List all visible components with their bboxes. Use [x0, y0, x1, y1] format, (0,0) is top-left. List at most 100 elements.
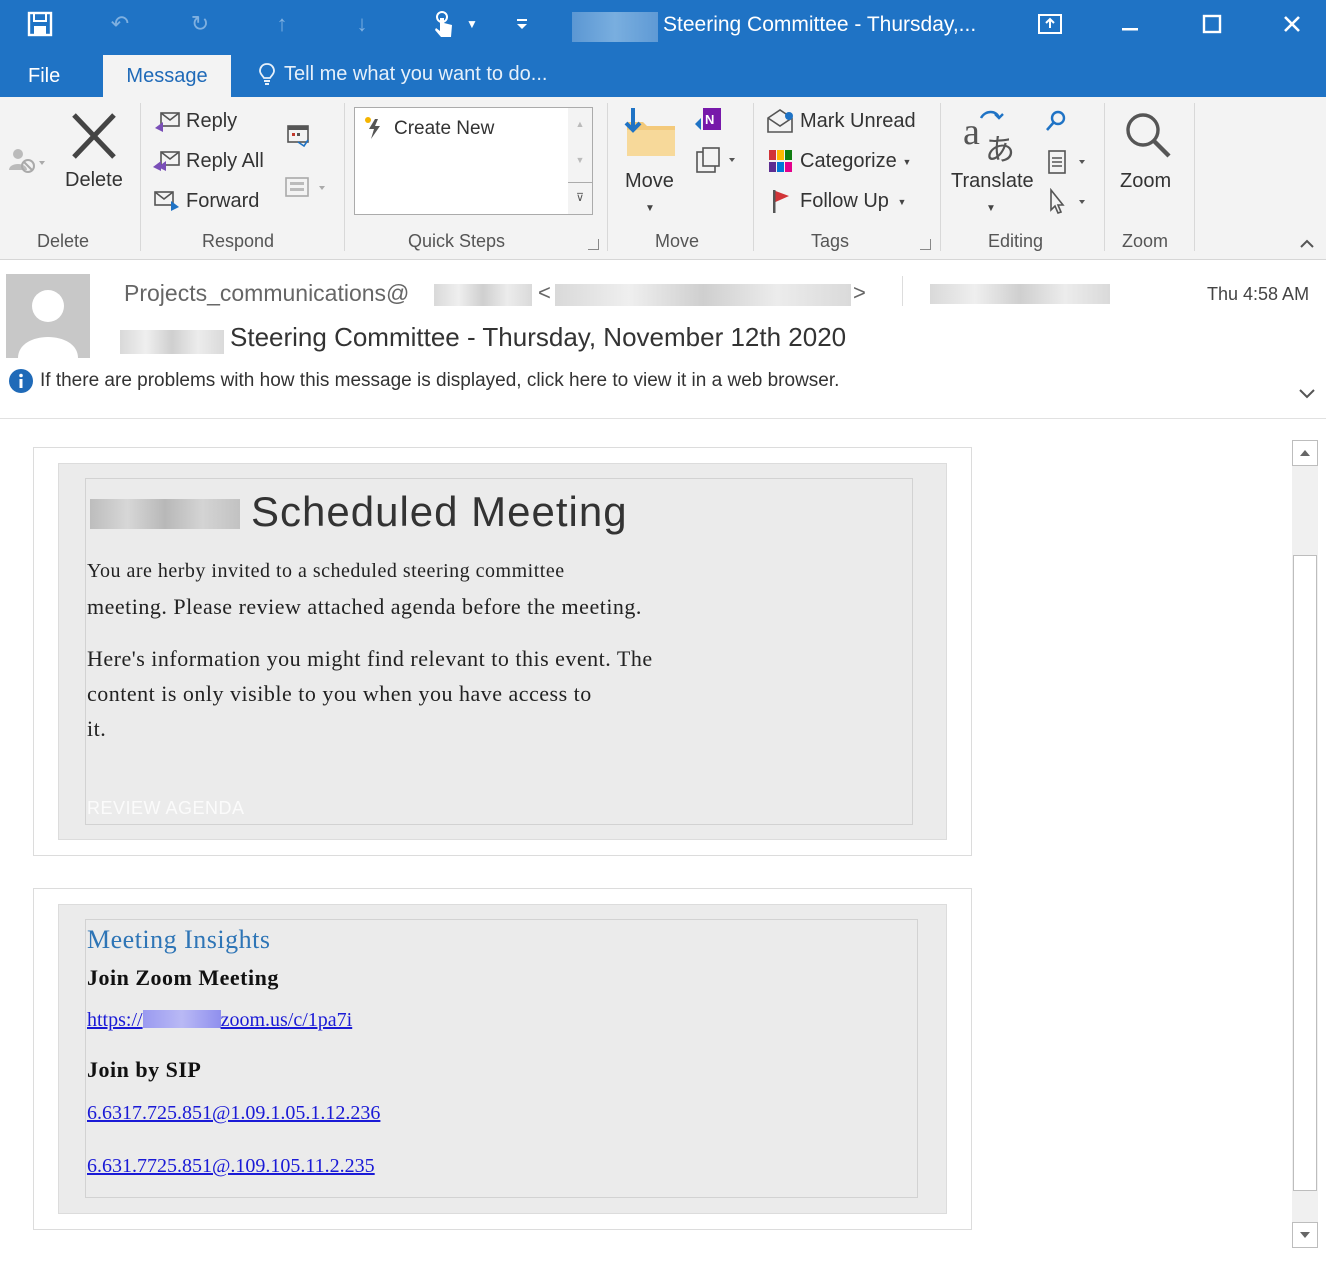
scroll-up-arrow-icon[interactable] — [1292, 440, 1318, 466]
follow-up-button[interactable]: Follow Up — [800, 190, 889, 213]
ribbon-display-options-icon[interactable] — [1020, 4, 1080, 44]
scroll-down-icon[interactable]: ▼ — [568, 146, 592, 174]
zoom-icon[interactable] — [1118, 105, 1176, 163]
message-scrollbar[interactable] — [1292, 440, 1318, 1248]
redacted-recipient — [930, 284, 1110, 304]
create-new-quick-step[interactable]: Create New — [394, 118, 494, 140]
undo-icon[interactable]: ↶ — [100, 6, 140, 42]
find-icon[interactable] — [1042, 107, 1070, 135]
expand-gallery-icon[interactable]: ⊽ — [568, 182, 592, 211]
zoom-link-prefix: https:// — [87, 1009, 143, 1031]
select-icon[interactable] — [1042, 187, 1090, 217]
meeting-card: Scheduled Meeting You are herby invited … — [33, 447, 972, 856]
translate-button[interactable]: Translate — [951, 170, 1034, 193]
window-title: Steering Committee - Thursday,... — [663, 13, 977, 36]
group-divider — [140, 103, 141, 251]
scroll-down-arrow-icon[interactable] — [1292, 1222, 1318, 1248]
up-arrow-icon[interactable]: ↑ — [262, 6, 302, 42]
actions-icon[interactable] — [692, 145, 740, 177]
group-divider — [1104, 103, 1105, 251]
svg-text:a: a — [963, 111, 980, 153]
collapse-ribbon-icon[interactable] — [1296, 235, 1318, 253]
mark-unread-button[interactable]: Mark Unread — [800, 110, 916, 133]
delete-group-label: Delete — [37, 231, 90, 251]
meeting-card-inner: Scheduled Meeting You are herby invited … — [58, 463, 947, 840]
invite-text-line2: meeting. Please review attached agenda b… — [87, 594, 642, 619]
info-text: If there are problems with how this mess… — [40, 370, 840, 391]
redo-icon[interactable]: ↻ — [180, 6, 220, 42]
insights-card: Meeting Insights Join Zoom Meeting https… — [33, 888, 972, 1230]
group-divider — [1194, 103, 1195, 251]
invite-text-line1: You are herby invited to a scheduled ste… — [87, 560, 565, 582]
ribbon: Delete Delete Reply Reply All Forward Re… — [0, 97, 1326, 260]
sip-link-1[interactable]: 6.6317.725.851@1.09.1.05.1.12.236 — [87, 1102, 380, 1125]
quick-steps-scroll: ▲ ▼ ⊽ — [568, 107, 593, 215]
reply-all-icon[interactable] — [152, 148, 182, 174]
tab-message[interactable]: Message — [103, 55, 231, 97]
down-arrow-icon[interactable]: ↓ — [342, 6, 382, 42]
touch-dropdown-icon[interactable]: ▼ — [452, 6, 492, 42]
tags-launcher-icon[interactable] — [920, 239, 931, 250]
forward-icon[interactable] — [152, 188, 182, 214]
categorize-dropdown-icon[interactable]: ▼ — [900, 155, 914, 169]
translate-dropdown-icon[interactable]: ▼ — [984, 201, 998, 215]
customize-toolbar-icon[interactable] — [502, 6, 542, 42]
related-icon[interactable] — [1042, 147, 1090, 177]
translate-icon[interactable]: aあ — [958, 105, 1024, 165]
zoom-heading: Join Zoom Meeting — [87, 965, 279, 990]
save-icon[interactable] — [20, 6, 60, 42]
delete-button[interactable]: Delete — [65, 169, 123, 192]
redacted-sender-email — [555, 284, 851, 306]
zoom-link-suffix: zoom.us/c/1pa7i — [220, 1009, 353, 1031]
expand-header-icon[interactable] — [1294, 384, 1320, 404]
redacted-sender-domain — [434, 284, 532, 306]
insights-card-inner: Meeting Insights Join Zoom Meeting https… — [58, 904, 947, 1214]
lightbulb-icon — [259, 63, 275, 85]
minimize-icon[interactable] — [1100, 4, 1160, 44]
reply-button[interactable]: Reply — [186, 110, 237, 133]
move-group-label: Move — [655, 231, 700, 251]
sip-link-2[interactable]: 6.631.7725.851@.109.105.11.2.235 — [87, 1155, 375, 1178]
reply-all-button[interactable]: Reply All — [186, 150, 264, 173]
quick-steps-launcher-icon[interactable] — [588, 239, 599, 250]
scroll-up-icon[interactable]: ▲ — [568, 110, 592, 138]
redacted-subject-prefix — [120, 330, 224, 354]
svg-text:あ: あ — [985, 133, 1015, 164]
move-folder-icon[interactable] — [620, 105, 680, 161]
svg-text:N: N — [705, 112, 714, 127]
group-divider — [940, 103, 941, 251]
follow-up-dropdown-icon[interactable]: ▼ — [895, 195, 909, 209]
scroll-thumb[interactable] — [1293, 555, 1317, 1191]
categorize-button[interactable]: Categorize — [800, 150, 897, 173]
zoom-link[interactable]: https:// zoom.us/c/1pa7i — [87, 1009, 352, 1032]
message-body: Scheduled Meeting You are herby invited … — [0, 419, 1326, 1268]
mark-unread-icon[interactable] — [764, 107, 796, 135]
categorize-icon[interactable] — [764, 147, 796, 175]
meeting-reply-icon[interactable] — [282, 121, 314, 149]
reply-icon[interactable] — [152, 109, 182, 135]
sip-heading: Join by SIP — [87, 1057, 202, 1082]
forward-button[interactable]: Forward — [186, 190, 259, 213]
more-respond-icon[interactable] — [282, 173, 330, 203]
tell-me-search[interactable]: Tell me what you want to do... — [258, 62, 547, 86]
redacted-zoom-subdomain — [142, 1010, 221, 1028]
zoom-button[interactable]: Zoom — [1120, 170, 1171, 193]
move-dropdown-icon[interactable]: ▼ — [642, 201, 658, 215]
close-icon[interactable] — [1262, 4, 1322, 44]
maximize-icon[interactable] — [1182, 4, 1242, 44]
review-agenda-link[interactable]: REVIEW AGENDA — [87, 798, 245, 819]
ignore-icon[interactable] — [4, 143, 48, 179]
sender-address[interactable]: Projects_communications@ — [124, 280, 409, 307]
lightning-icon — [361, 114, 387, 142]
group-divider — [607, 103, 608, 251]
quick-steps-gallery[interactable]: Create New — [354, 107, 570, 215]
info-bar[interactable]: If there are problems with how this mess… — [8, 368, 839, 394]
avatar — [6, 274, 90, 358]
move-button[interactable]: Move — [625, 170, 674, 193]
info-text-line2: content is only visible to you when you … — [87, 681, 592, 706]
flag-icon[interactable] — [764, 187, 796, 215]
title-bar: ↶ ↻ ↑ ↓ ▼ Steering Committee - Thursday,… — [0, 0, 1326, 50]
tab-file[interactable]: File — [28, 65, 60, 88]
onenote-icon[interactable]: N — [692, 105, 724, 135]
delete-icon[interactable] — [64, 109, 124, 163]
